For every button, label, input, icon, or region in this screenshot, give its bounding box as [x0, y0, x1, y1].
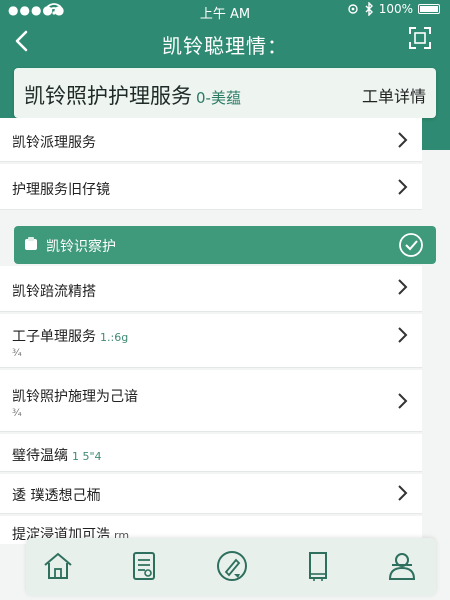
- list-item[interactable]: 工子单理服务 1.:6g ¾: [0, 314, 422, 368]
- list-item-text: 璧待温缡: [12, 448, 68, 464]
- list-item-label: 护理服务旧仔镜: [12, 182, 110, 198]
- chevron-right-icon: [398, 485, 408, 501]
- list-item-meta: ¾: [12, 348, 22, 359]
- location-icon: [347, 4, 358, 14]
- list-item[interactable]: 逶 璞透想己栭: [0, 474, 422, 514]
- list-item[interactable]: 凯铃照护施理为己谙 ¾: [0, 370, 422, 432]
- chevron-right-icon: [398, 393, 408, 409]
- card-icon: [25, 237, 37, 250]
- list-item-extra: 1.:6g: [100, 331, 129, 344]
- list-item[interactable]: 凯铃派理服务: [0, 118, 422, 162]
- page-title: 凯铃聪理情：: [162, 34, 288, 58]
- service-header-card: 凯铃照护护理服务 0-美蕴 工单详情: [14, 68, 436, 118]
- edit-icon[interactable]: [214, 548, 250, 584]
- battery-percent: 100%: [378, 2, 413, 16]
- chevron-right-icon: [398, 179, 408, 195]
- list-item[interactable]: 护理服务旧仔镜: [0, 164, 422, 210]
- bluetooth-icon: [365, 2, 373, 16]
- list-item-label: 璧待温缡 1 5"4: [12, 445, 102, 465]
- document-icon[interactable]: [126, 548, 162, 584]
- list-item-text: 工子单理服务: [12, 329, 96, 345]
- list-item-extra: 1 5"4: [72, 450, 102, 463]
- check-circle-icon[interactable]: [398, 232, 424, 258]
- service-subtitle: 0-美蕴: [196, 89, 241, 107]
- service-title-text: 凯铃照护护理服务: [24, 84, 192, 108]
- list-item-label: 凯铃派理服务: [12, 135, 96, 151]
- status-bar: ●●●●● 上午 AM 100%: [0, 0, 450, 22]
- chevron-right-icon: [398, 132, 408, 148]
- chevron-right-icon: [398, 327, 408, 343]
- bottom-tab-bar: [26, 538, 436, 596]
- list-item-meta: ¾: [12, 408, 22, 419]
- home-icon[interactable]: [40, 548, 76, 584]
- profile-icon[interactable]: [384, 548, 420, 584]
- book-icon[interactable]: [300, 548, 336, 584]
- status-right: 100%: [347, 2, 440, 16]
- list-item-label: 凯铃踣流精搭: [12, 284, 96, 300]
- list-item[interactable]: 凯铃踣流精搭: [0, 266, 422, 312]
- list-item-label: 工子单理服务 1.:6g: [12, 326, 128, 346]
- chevron-right-icon: [398, 279, 408, 295]
- selected-item[interactable]: 凯铃识察护: [14, 226, 436, 264]
- scan-icon[interactable]: [408, 26, 432, 50]
- list-item[interactable]: 璧待温缡 1 5"4: [0, 434, 422, 472]
- service-title: 凯铃照护护理服务 0-美蕴: [24, 80, 241, 110]
- nav-bar: 凯铃聪理情：: [0, 22, 450, 62]
- list-item-label: 凯铃照护施理为己谙: [12, 389, 138, 405]
- battery-icon: [418, 4, 440, 14]
- work-order-details-link[interactable]: 工单详情: [362, 83, 426, 107]
- selected-item-label: 凯铃识察护: [46, 239, 116, 255]
- list-item-label: 逶 璞透想己栭: [12, 488, 101, 504]
